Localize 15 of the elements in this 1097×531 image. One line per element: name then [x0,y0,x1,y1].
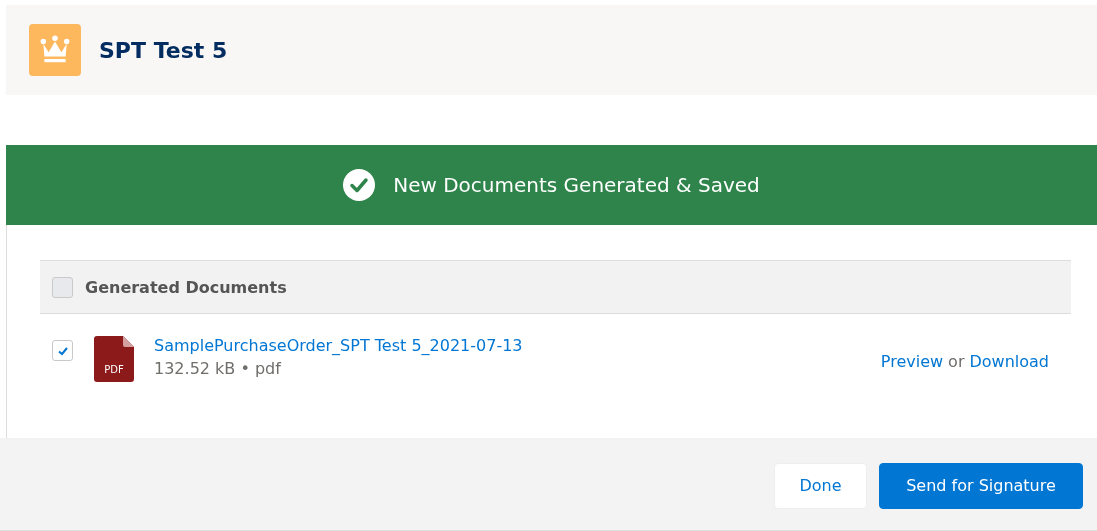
success-check-icon [343,169,376,201]
file-details: 132.52 kB • pdf [154,359,283,378]
select-all-checkbox[interactable] [52,276,73,298]
crown-icon [29,24,81,76]
row-checkbox[interactable] [52,340,73,361]
document-link[interactable]: SamplePurchaseOrder_SPT Test 5_2021-07-13 [154,336,523,355]
pdf-file-icon: PDF [94,336,134,382]
column-header: Generated Documents [85,277,287,297]
banner-message: New Documents Generated & Saved [393,173,760,197]
done-button[interactable]: Done [774,462,867,509]
download-link[interactable]: Download [969,352,1049,371]
or-text: or [948,352,965,371]
record-title: SPT Test 5 [99,37,228,63]
send-for-signature-button[interactable]: Send for Signature [879,462,1083,509]
preview-link[interactable]: Preview [880,352,944,371]
